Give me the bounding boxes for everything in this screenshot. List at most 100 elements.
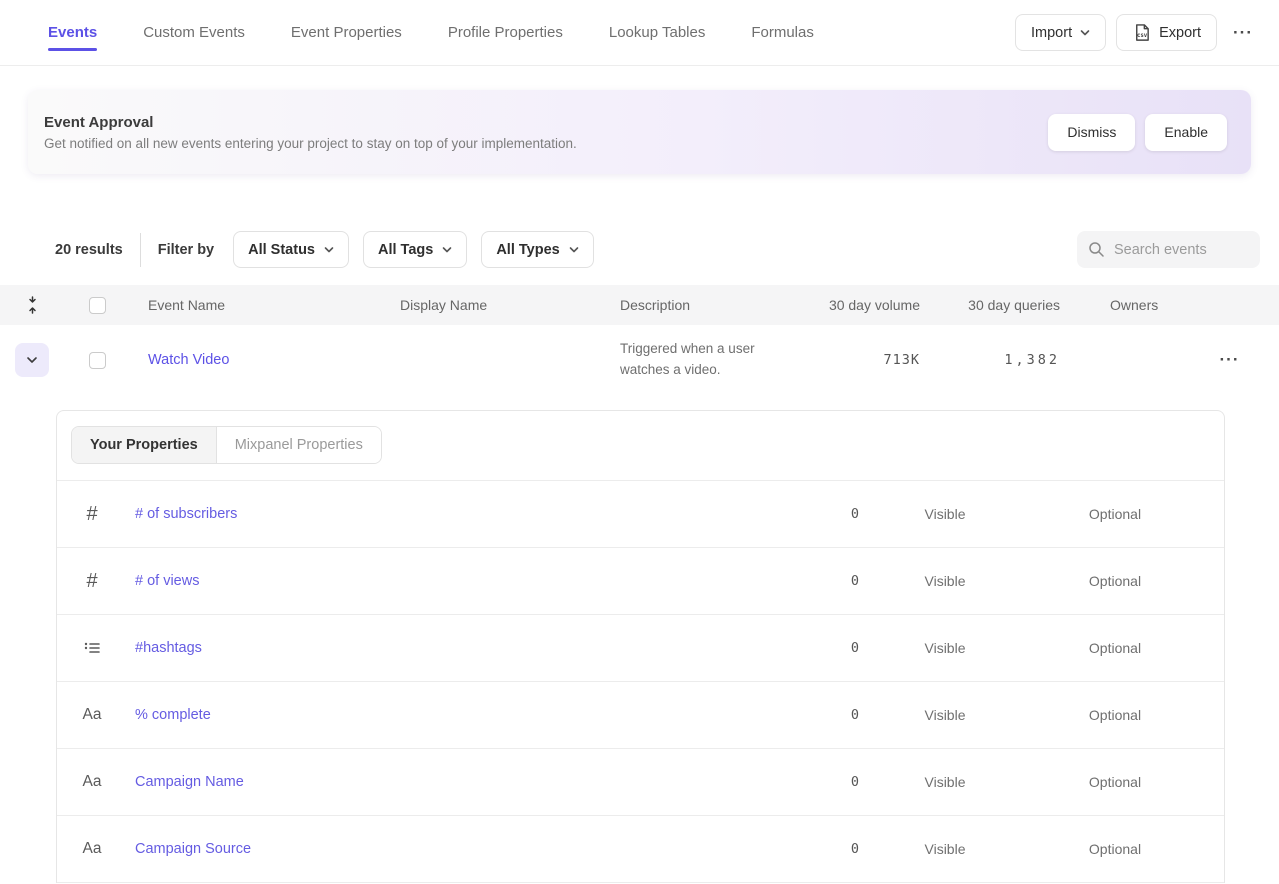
nav-tab-list: Events Custom Events Event Properties Pr… [48, 0, 814, 65]
export-button[interactable]: csv Export [1116, 14, 1217, 51]
divider [140, 233, 141, 267]
property-row: #hashtags 0 Visible Optional [57, 615, 1224, 682]
property-count: 0 [750, 707, 860, 723]
property-row: # # of subscribers 0 Visible Optional [57, 481, 1224, 548]
import-button-label: Import [1031, 25, 1072, 41]
status-filter-dropdown[interactable]: All Status [233, 231, 349, 268]
tab-event-properties[interactable]: Event Properties [291, 0, 402, 65]
number-type-icon: # [57, 570, 127, 593]
property-requirement: Optional [1030, 573, 1200, 589]
property-count: 0 [750, 841, 860, 857]
filter-by-label: Filter by [158, 242, 214, 258]
select-all-checkbox[interactable] [89, 297, 106, 314]
list-type-icon [57, 639, 127, 657]
property-name-link[interactable]: # of subscribers [127, 506, 750, 522]
chevron-down-icon [1080, 28, 1090, 38]
banner-actions: Dismiss Enable [1048, 114, 1227, 151]
events-table-header: Event Name Display Name Description 30 d… [0, 285, 1279, 325]
enable-button[interactable]: Enable [1145, 114, 1227, 151]
tags-filter-label: All Tags [378, 242, 433, 258]
property-name-link[interactable]: Campaign Source [127, 841, 750, 857]
event-approval-banner: Event Approval Get notified on all new e… [28, 90, 1251, 174]
svg-text:csv: csv [1137, 33, 1148, 39]
tab-custom-events[interactable]: Custom Events [143, 0, 245, 65]
property-visibility: Visible [860, 640, 1030, 656]
event-properties-panel: Your Properties Mixpanel Properties # # … [56, 410, 1225, 883]
chevron-down-icon [324, 245, 334, 255]
property-count: 0 [750, 573, 860, 589]
tab-lookup-tables[interactable]: Lookup Tables [609, 0, 705, 65]
column-owners: Owners [1060, 297, 1180, 313]
column-description: Description [620, 297, 810, 313]
nav-actions: Import csv Export ··· [1015, 0, 1259, 65]
types-filter-label: All Types [496, 242, 559, 258]
results-count: 20 results [55, 242, 123, 258]
property-requirement: Optional [1030, 774, 1200, 790]
property-requirement: Optional [1030, 506, 1200, 522]
chevron-down-icon [26, 354, 38, 366]
ellipsis-icon: ··· [1220, 350, 1240, 369]
property-count: 0 [750, 506, 860, 522]
banner-description: Get notified on all new events entering … [44, 136, 577, 151]
tab-formulas[interactable]: Formulas [751, 0, 814, 65]
banner-title: Event Approval [44, 114, 577, 131]
property-row: # # of views 0 Visible Optional [57, 548, 1224, 615]
chevron-down-icon [442, 245, 452, 255]
property-name-link[interactable]: #hashtags [127, 640, 750, 656]
text-type-icon: Aa [57, 840, 127, 858]
property-row: Aa % complete 0 Visible Optional [57, 682, 1224, 749]
tab-mixpanel-properties[interactable]: Mixpanel Properties [217, 427, 381, 463]
property-visibility: Visible [860, 573, 1030, 589]
chevron-down-icon [569, 245, 579, 255]
column-event-name: Event Name [130, 297, 400, 313]
search-events-input[interactable] [1114, 242, 1249, 258]
tab-events[interactable]: Events [48, 0, 97, 65]
property-requirement: Optional [1030, 640, 1200, 656]
import-button[interactable]: Import [1015, 14, 1106, 51]
types-filter-dropdown[interactable]: All Types [481, 231, 593, 268]
search-events-box [1077, 231, 1260, 268]
column-30-day-volume: 30 day volume [810, 297, 920, 313]
banner-text: Event Approval Get notified on all new e… [44, 114, 577, 151]
event-30-day-queries: 1,382 [920, 352, 1060, 368]
properties-tab-group: Your Properties Mixpanel Properties [71, 426, 382, 464]
number-type-icon: # [57, 503, 127, 526]
property-row: Aa Campaign Source 0 Visible Optional [57, 816, 1224, 883]
tags-filter-dropdown[interactable]: All Tags [363, 231, 467, 268]
property-name-link[interactable]: # of views [127, 573, 750, 589]
property-visibility: Visible [860, 707, 1030, 723]
event-description: Triggered when a user watches a video. [620, 339, 785, 381]
text-type-icon: Aa [57, 773, 127, 791]
top-navigation: Events Custom Events Event Properties Pr… [0, 0, 1279, 66]
event-30-day-volume: 713K [810, 352, 920, 368]
property-requirement: Optional [1030, 841, 1200, 857]
property-count: 0 [750, 774, 860, 790]
property-visibility: Visible [860, 506, 1030, 522]
property-visibility: Visible [860, 841, 1030, 857]
property-name-link[interactable]: % complete [127, 707, 750, 723]
export-button-label: Export [1159, 25, 1201, 41]
csv-file-icon: csv [1132, 23, 1151, 42]
event-name-link[interactable]: Watch Video [148, 352, 229, 368]
row-checkbox[interactable] [89, 352, 106, 369]
dismiss-button[interactable]: Dismiss [1048, 114, 1135, 151]
property-name-link[interactable]: Campaign Name [127, 774, 750, 790]
property-visibility: Visible [860, 774, 1030, 790]
collapse-row-button[interactable] [15, 343, 49, 377]
event-row-watch-video: Watch Video Triggered when a user watche… [0, 325, 1279, 395]
property-count: 0 [750, 640, 860, 656]
tab-your-properties[interactable]: Your Properties [72, 427, 217, 463]
collapse-all-icon[interactable] [0, 295, 64, 315]
status-filter-label: All Status [248, 242, 315, 258]
filter-bar: 20 results Filter by All Status All Tags… [0, 231, 1279, 268]
more-options-button[interactable]: ··· [1227, 19, 1259, 47]
ellipsis-icon: ··· [1233, 23, 1253, 42]
tab-profile-properties[interactable]: Profile Properties [448, 0, 563, 65]
property-requirement: Optional [1030, 707, 1200, 723]
search-icon [1088, 241, 1105, 258]
panel-tabs: Your Properties Mixpanel Properties [57, 411, 1224, 480]
text-type-icon: Aa [57, 706, 127, 724]
column-display-name: Display Name [400, 297, 620, 313]
column-30-day-queries: 30 day queries [920, 297, 1060, 313]
row-more-options-button[interactable]: ··· [1214, 346, 1246, 374]
